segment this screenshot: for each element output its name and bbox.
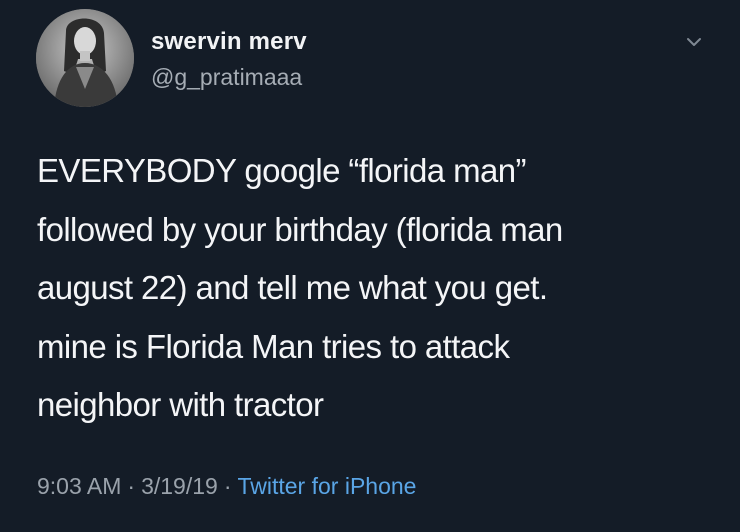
display-name[interactable]: swervin merv	[151, 28, 307, 56]
meta-separator: ·	[223, 473, 232, 499]
meta-separator: ·	[127, 473, 136, 499]
tweet-card: swervin merv @g_pratimaaa EVERYBODY goog…	[0, 0, 740, 532]
avatar[interactable]	[36, 9, 134, 107]
tweet-source-link[interactable]: Twitter for iPhone	[237, 473, 416, 499]
tweet-text-line: EVERYBODY google “florida man”	[37, 152, 526, 189]
profile-photo	[36, 9, 134, 107]
tweet-text-line: neighbor with tractor	[37, 386, 324, 423]
tweet-time[interactable]: 9:03 AM	[37, 473, 121, 499]
tweet-meta: 9:03 AM · 3/19/19 · Twitter for iPhone	[37, 473, 416, 500]
chevron-down-icon[interactable]	[680, 28, 708, 56]
tweet-text-line: followed by your birthday (florida man	[37, 210, 563, 248]
tweet-text-line: august 22) and tell me what you get.	[37, 269, 548, 306]
tweet-text-line: mine is Florida Man tries to attack	[37, 327, 510, 365]
tweet-date[interactable]: 3/19/19	[141, 473, 218, 499]
user-handle[interactable]: @g_pratimaaa	[151, 64, 302, 91]
tweet-text: EVERYBODY google “florida man” followed …	[37, 142, 717, 435]
